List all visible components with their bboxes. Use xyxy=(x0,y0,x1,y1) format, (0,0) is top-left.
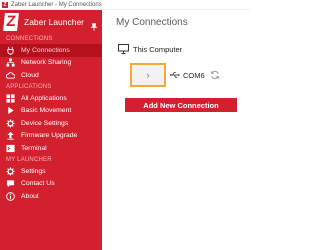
terminal-icon xyxy=(6,144,15,153)
app-logo-icon: Z xyxy=(2,1,8,8)
network-icon xyxy=(6,58,15,67)
sidebar-item-cloud[interactable]: Cloud xyxy=(0,69,102,82)
sidebar-item-settings[interactable]: Settings xyxy=(0,165,102,178)
zaber-logo: Z xyxy=(3,13,19,31)
sidebar-item-device-settings[interactable]: Device Settings xyxy=(0,117,102,130)
plug-icon xyxy=(6,46,15,55)
expand-port-button[interactable]: › xyxy=(130,63,166,87)
brand-name: Zaber Launcher xyxy=(24,17,85,27)
window-titlebar: Z Zaber Launcher - My Connections xyxy=(0,0,250,10)
sidebar-item-about[interactable]: About xyxy=(0,190,102,203)
pin-icon[interactable] xyxy=(90,18,98,31)
sidebar-item-firmware-upgrade[interactable]: Firmware Upgrade xyxy=(0,130,102,143)
sidebar-item-my-connections[interactable]: My Connections xyxy=(0,44,102,57)
sidebar-item-label: My Connections xyxy=(21,46,70,54)
computer-row[interactable]: This Computer xyxy=(118,44,182,54)
sidebar-item-all-applications[interactable]: All Applications xyxy=(0,92,102,105)
sidebar-item-label: Contact Us xyxy=(21,180,55,188)
sidebar-header: Z Zaber Launcher xyxy=(0,10,102,34)
section-label-applications: APPLICATIONS xyxy=(6,83,52,90)
port-row: › COM6 xyxy=(130,63,220,87)
main-content: My Connections This Computer › COM6 Add … xyxy=(110,10,250,250)
sidebar: Z Zaber Launcher CONNECTIONS My Connecti… xyxy=(0,10,102,250)
sidebar-item-label: Device Settings xyxy=(21,119,69,127)
play-icon xyxy=(6,106,15,115)
sidebar-item-label: Basic Movement xyxy=(21,107,72,115)
section-label-my-launcher: MY LAUNCHER xyxy=(6,156,52,163)
sidebar-item-label: Settings xyxy=(21,167,46,175)
chat-icon xyxy=(6,179,15,188)
page-title: My Connections xyxy=(116,17,188,28)
computer-label: This Computer xyxy=(133,44,183,54)
add-new-connection-button[interactable]: Add New Connection xyxy=(125,98,237,112)
sidebar-item-network-sharing[interactable]: Network Sharing xyxy=(0,57,102,70)
upload-icon xyxy=(6,131,15,140)
grid-icon xyxy=(6,94,15,103)
sidebar-item-label: Cloud xyxy=(21,71,39,79)
sidebar-item-label: About xyxy=(21,192,39,200)
sidebar-item-label: Network Sharing xyxy=(21,59,72,67)
window-title: Zaber Launcher - My Connections xyxy=(11,1,102,8)
refresh-icon[interactable] xyxy=(210,70,220,80)
sidebar-item-label: All Applications xyxy=(21,94,67,102)
gear-icon xyxy=(6,119,15,128)
section-label-connections: CONNECTIONS xyxy=(6,36,53,42)
monitor-icon xyxy=(118,44,129,54)
port-label: COM6 xyxy=(183,70,205,80)
cloud-icon xyxy=(6,71,15,80)
sidebar-item-label: Firmware Upgrade xyxy=(21,132,78,140)
sidebar-item-basic-movement[interactable]: Basic Movement xyxy=(0,104,102,117)
usb-icon xyxy=(170,72,180,78)
sidebar-item-terminal[interactable]: Terminal xyxy=(0,142,102,155)
sidebar-item-contact-us[interactable]: Contact Us xyxy=(0,177,102,190)
sidebar-item-label: Terminal xyxy=(21,144,47,152)
settings-icon xyxy=(6,166,15,176)
info-icon xyxy=(6,191,15,201)
